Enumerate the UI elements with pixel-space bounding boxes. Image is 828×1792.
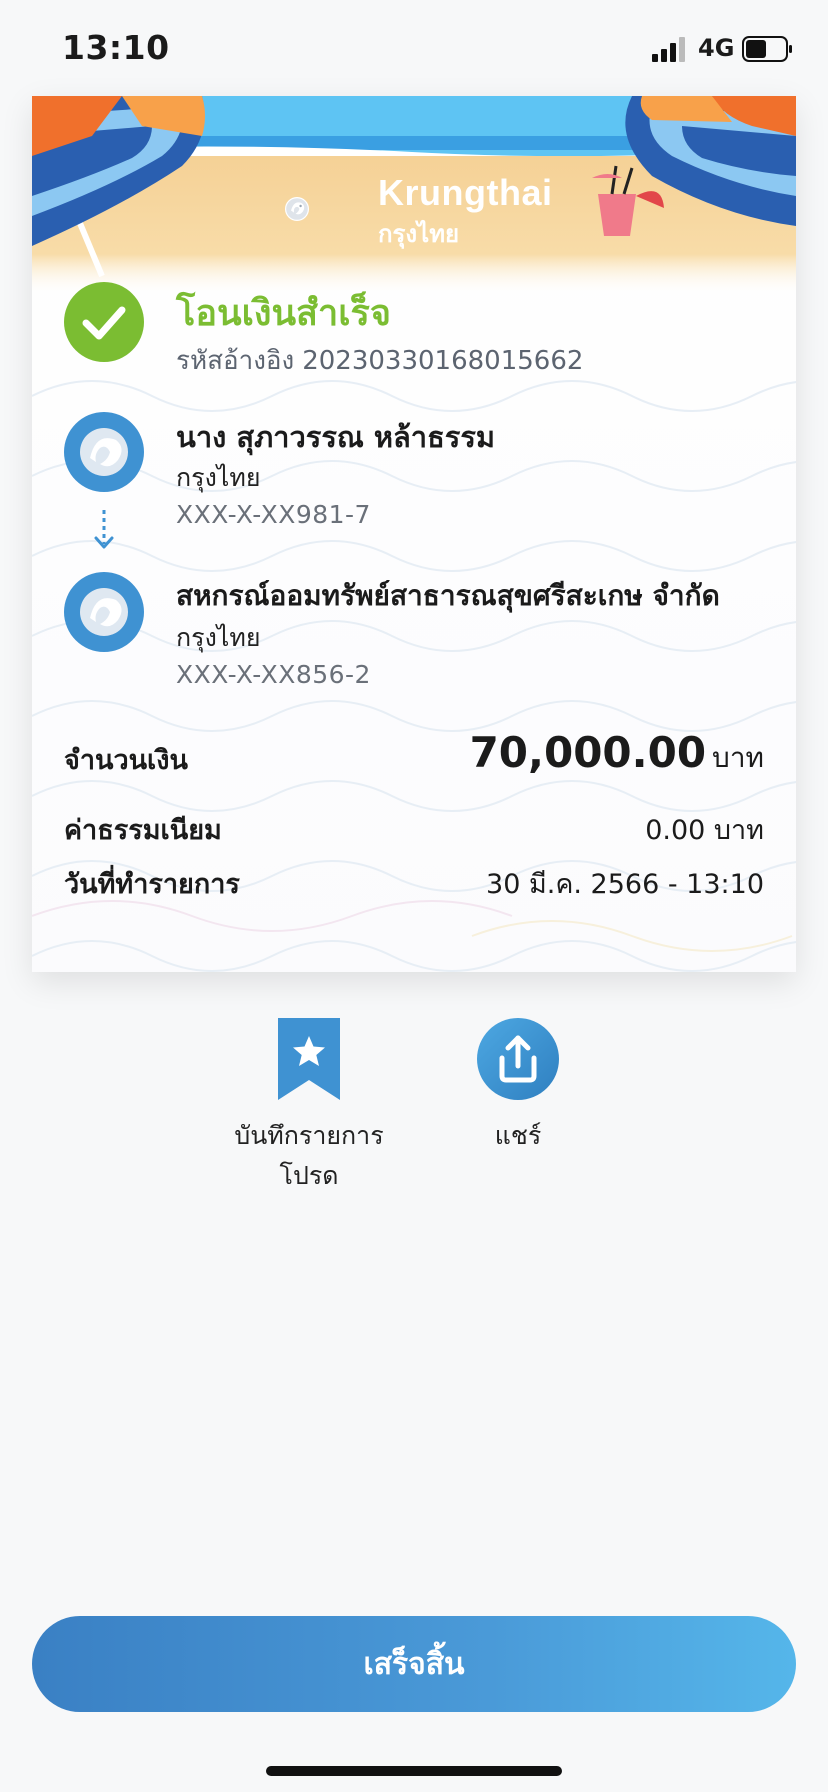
status-time: 13:10 (62, 28, 170, 67)
battery-icon (742, 36, 792, 62)
transaction-date-label: วันที่ทำรายการ (64, 869, 240, 900)
success-check-icon (64, 282, 144, 362)
status-bar: 13:10 4G (0, 0, 828, 96)
brand-name-th: กรุงไทย (378, 220, 460, 248)
sender-name: นาง สุภาวรรณ หล้าธรรม (176, 420, 496, 454)
recipient-name: สหกรณ์ออมทรัพย์สาธารณสุขศรีสะเกษ จำกัด (176, 579, 720, 612)
fee-label: ค่าธรรมเนียม (64, 815, 222, 846)
brand-name-en: Krungthai (378, 172, 553, 213)
reference-number: 20230330168015662 (302, 346, 584, 376)
share-label: แชร์ (494, 1121, 542, 1150)
recipient-bank-avatar (64, 572, 144, 652)
transaction-date-value: 30 มี.ค. 2566 - 13:10 (486, 869, 764, 900)
done-button[interactable]: เสร็จสิ้น (32, 1616, 796, 1712)
amount-value: 70,000.00 (469, 728, 707, 777)
save-favorite-label-line2: โปรด (279, 1161, 339, 1190)
sender-account: XXX-X-XX981-7 (176, 500, 371, 529)
save-favorite-label-line1: บันทึกรายการ (234, 1121, 384, 1150)
reference-label: รหัสอ้างอิง (176, 346, 295, 376)
sender-bank-avatar (64, 412, 144, 492)
reference-line: รหัสอ้างอิง 20230330168015662 (176, 340, 591, 381)
save-favorite-button[interactable]: บันทึกรายการ โปรด (209, 1018, 409, 1196)
network-label: 4G (698, 34, 735, 62)
share-button[interactable]: แชร์ (418, 1018, 618, 1156)
amount-label: จำนวนเงิน (64, 745, 188, 776)
signal-icon (652, 37, 685, 62)
amount-row-value: 70,000.00 บาท (470, 728, 764, 780)
sender-bank: กรุงไทย (176, 463, 261, 492)
recipient-account: XXX-X-XX856-2 (176, 660, 371, 689)
krungthai-logo (285, 197, 309, 221)
home-indicator[interactable] (266, 1766, 562, 1776)
recipient-bank: กรุงไทย (176, 623, 261, 652)
share-icon (477, 1018, 559, 1100)
amount-unit: บาท (712, 741, 764, 774)
fee-value: 0.00 บาท (645, 815, 764, 846)
transfer-receipt-card: Krungthai กรุงไทย โอนเงินสำเร็จ รหัสอ้าง… (32, 96, 796, 972)
bookmark-star-icon (278, 1018, 340, 1100)
transfer-status-title: โอนเงินสำเร็จ (176, 293, 391, 334)
arrow-down-icon (94, 510, 114, 549)
